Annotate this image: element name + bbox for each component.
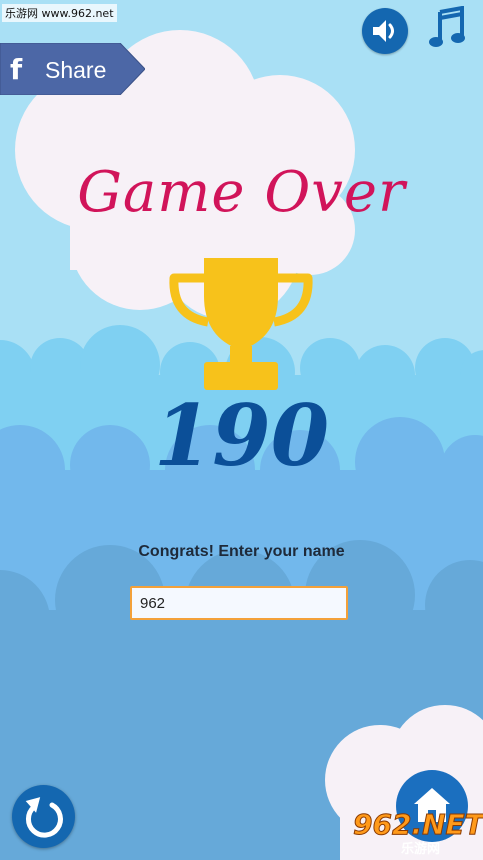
player-name-input[interactable] — [130, 586, 348, 620]
sound-toggle-button[interactable] — [362, 8, 408, 54]
watermark-top: 乐游网 www.962.net — [2, 4, 117, 22]
restart-button[interactable] — [12, 785, 75, 848]
music-note-icon — [429, 5, 465, 47]
facebook-icon: f — [10, 53, 23, 86]
trophy-icon — [169, 258, 313, 390]
watermark-bottom: 962.NET 乐游网 — [345, 808, 483, 858]
share-label: Share — [45, 57, 107, 83]
game-over-title: Game Over — [77, 160, 406, 225]
game-over-screen: 乐游网 www.962.net f Share Game Over 190 Co… — [0, 0, 483, 860]
restart-arrow-icon — [25, 797, 63, 838]
music-toggle-button[interactable] — [428, 5, 468, 50]
speaker-icon — [373, 20, 394, 42]
name-prompt: Congrats! Enter your name — [138, 543, 345, 560]
watermark-main: 962.NET — [353, 808, 483, 842]
watermark-sub: 乐游网 — [401, 842, 441, 857]
final-score: 190 — [153, 386, 330, 485]
